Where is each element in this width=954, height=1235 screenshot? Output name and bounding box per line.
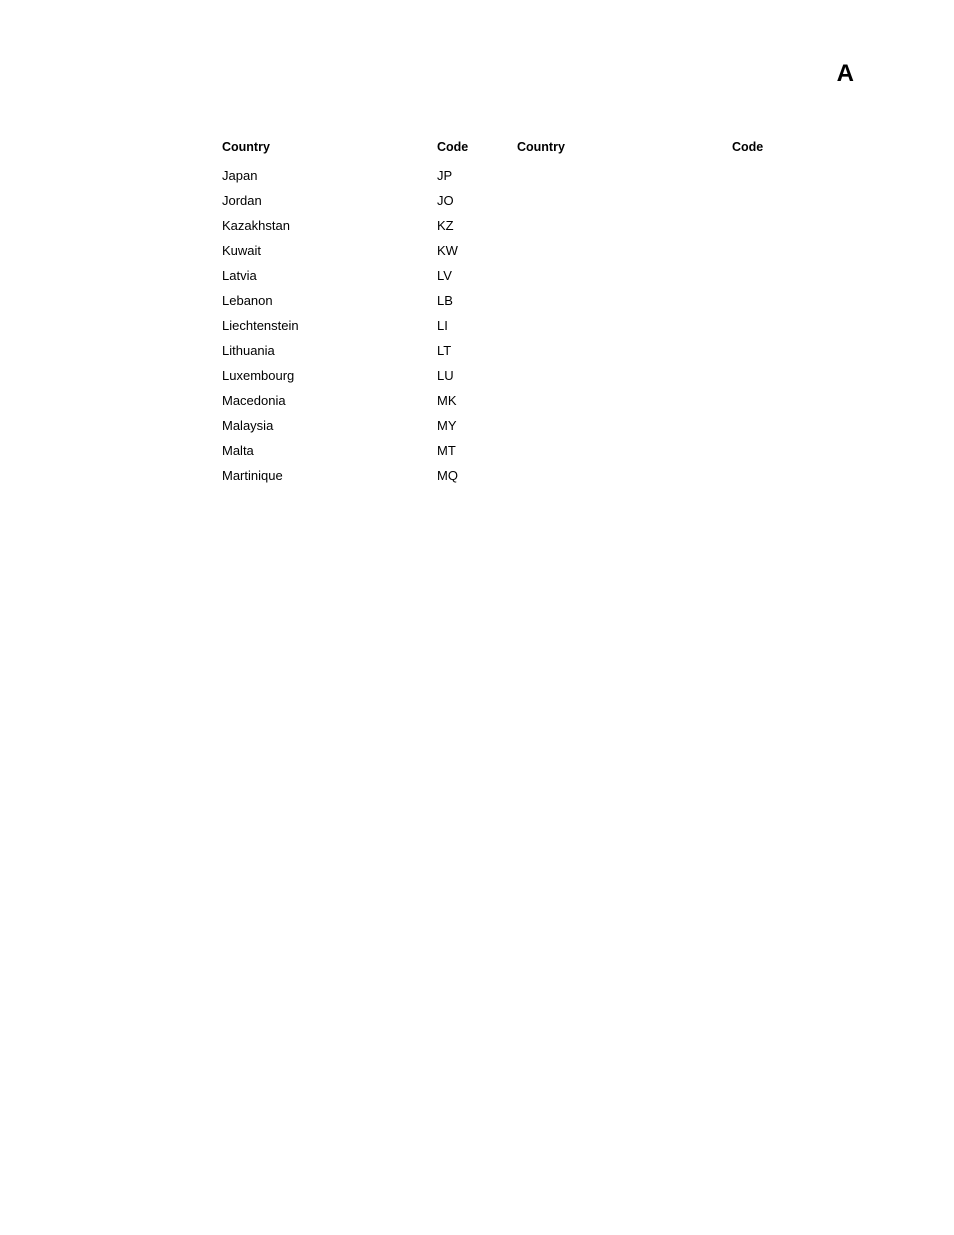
table-row: Liechtenstein LI: [222, 318, 487, 333]
country-code: LB: [437, 293, 487, 308]
country-code: JO: [437, 193, 487, 208]
table-row: Latvia LV: [222, 268, 487, 283]
country-code: MQ: [437, 468, 487, 483]
header-code: Code: [437, 140, 487, 154]
header-country: Country: [517, 140, 717, 154]
country-code: LU: [437, 368, 487, 383]
table-row: Japan JP: [222, 168, 487, 183]
country-code: JP: [437, 168, 487, 183]
table-row: Jordan JO: [222, 193, 487, 208]
table-row: Malaysia MY: [222, 418, 487, 433]
table-row: Kuwait KW: [222, 243, 487, 258]
country-name: Luxembourg: [222, 368, 422, 383]
table-row: Lithuania LT: [222, 343, 487, 358]
header-code: Code: [732, 140, 782, 154]
country-code: KW: [437, 243, 487, 258]
table-header-row: Country Code: [222, 140, 487, 154]
country-name: Lithuania: [222, 343, 422, 358]
country-name: Latvia: [222, 268, 422, 283]
table-row: Kazakhstan KZ: [222, 218, 487, 233]
country-code: MT: [437, 443, 487, 458]
country-name: Kazakhstan: [222, 218, 422, 233]
country-name: Japan: [222, 168, 422, 183]
country-code: MK: [437, 393, 487, 408]
country-name: Malta: [222, 443, 422, 458]
country-name: Martinique: [222, 468, 422, 483]
country-name: Macedonia: [222, 393, 422, 408]
table-row: Martinique MQ: [222, 468, 487, 483]
country-name: Jordan: [222, 193, 422, 208]
page-header-letter: A: [837, 60, 854, 88]
country-code: KZ: [437, 218, 487, 233]
header-country: Country: [222, 140, 422, 154]
table-header-row: Country Code: [517, 140, 782, 154]
table-row: Lebanon LB: [222, 293, 487, 308]
country-name: Kuwait: [222, 243, 422, 258]
country-name: Lebanon: [222, 293, 422, 308]
country-code: LI: [437, 318, 487, 333]
table-row: Malta MT: [222, 443, 487, 458]
left-column: Country Code Japan JP Jordan JO Kazakhstan KZ…: [222, 140, 487, 493]
country-name: Liechtenstein: [222, 318, 422, 333]
country-code-table: Country Code Japan JP Jordan JO Kazakhstan KZ…: [222, 140, 782, 493]
table-row: Macedonia MK: [222, 393, 487, 408]
country-code: LV: [437, 268, 487, 283]
country-name: Malaysia: [222, 418, 422, 433]
table-row: Luxembourg LU: [222, 368, 487, 383]
right-column: Country Code: [517, 140, 782, 493]
country-code: LT: [437, 343, 487, 358]
country-code: MY: [437, 418, 487, 433]
